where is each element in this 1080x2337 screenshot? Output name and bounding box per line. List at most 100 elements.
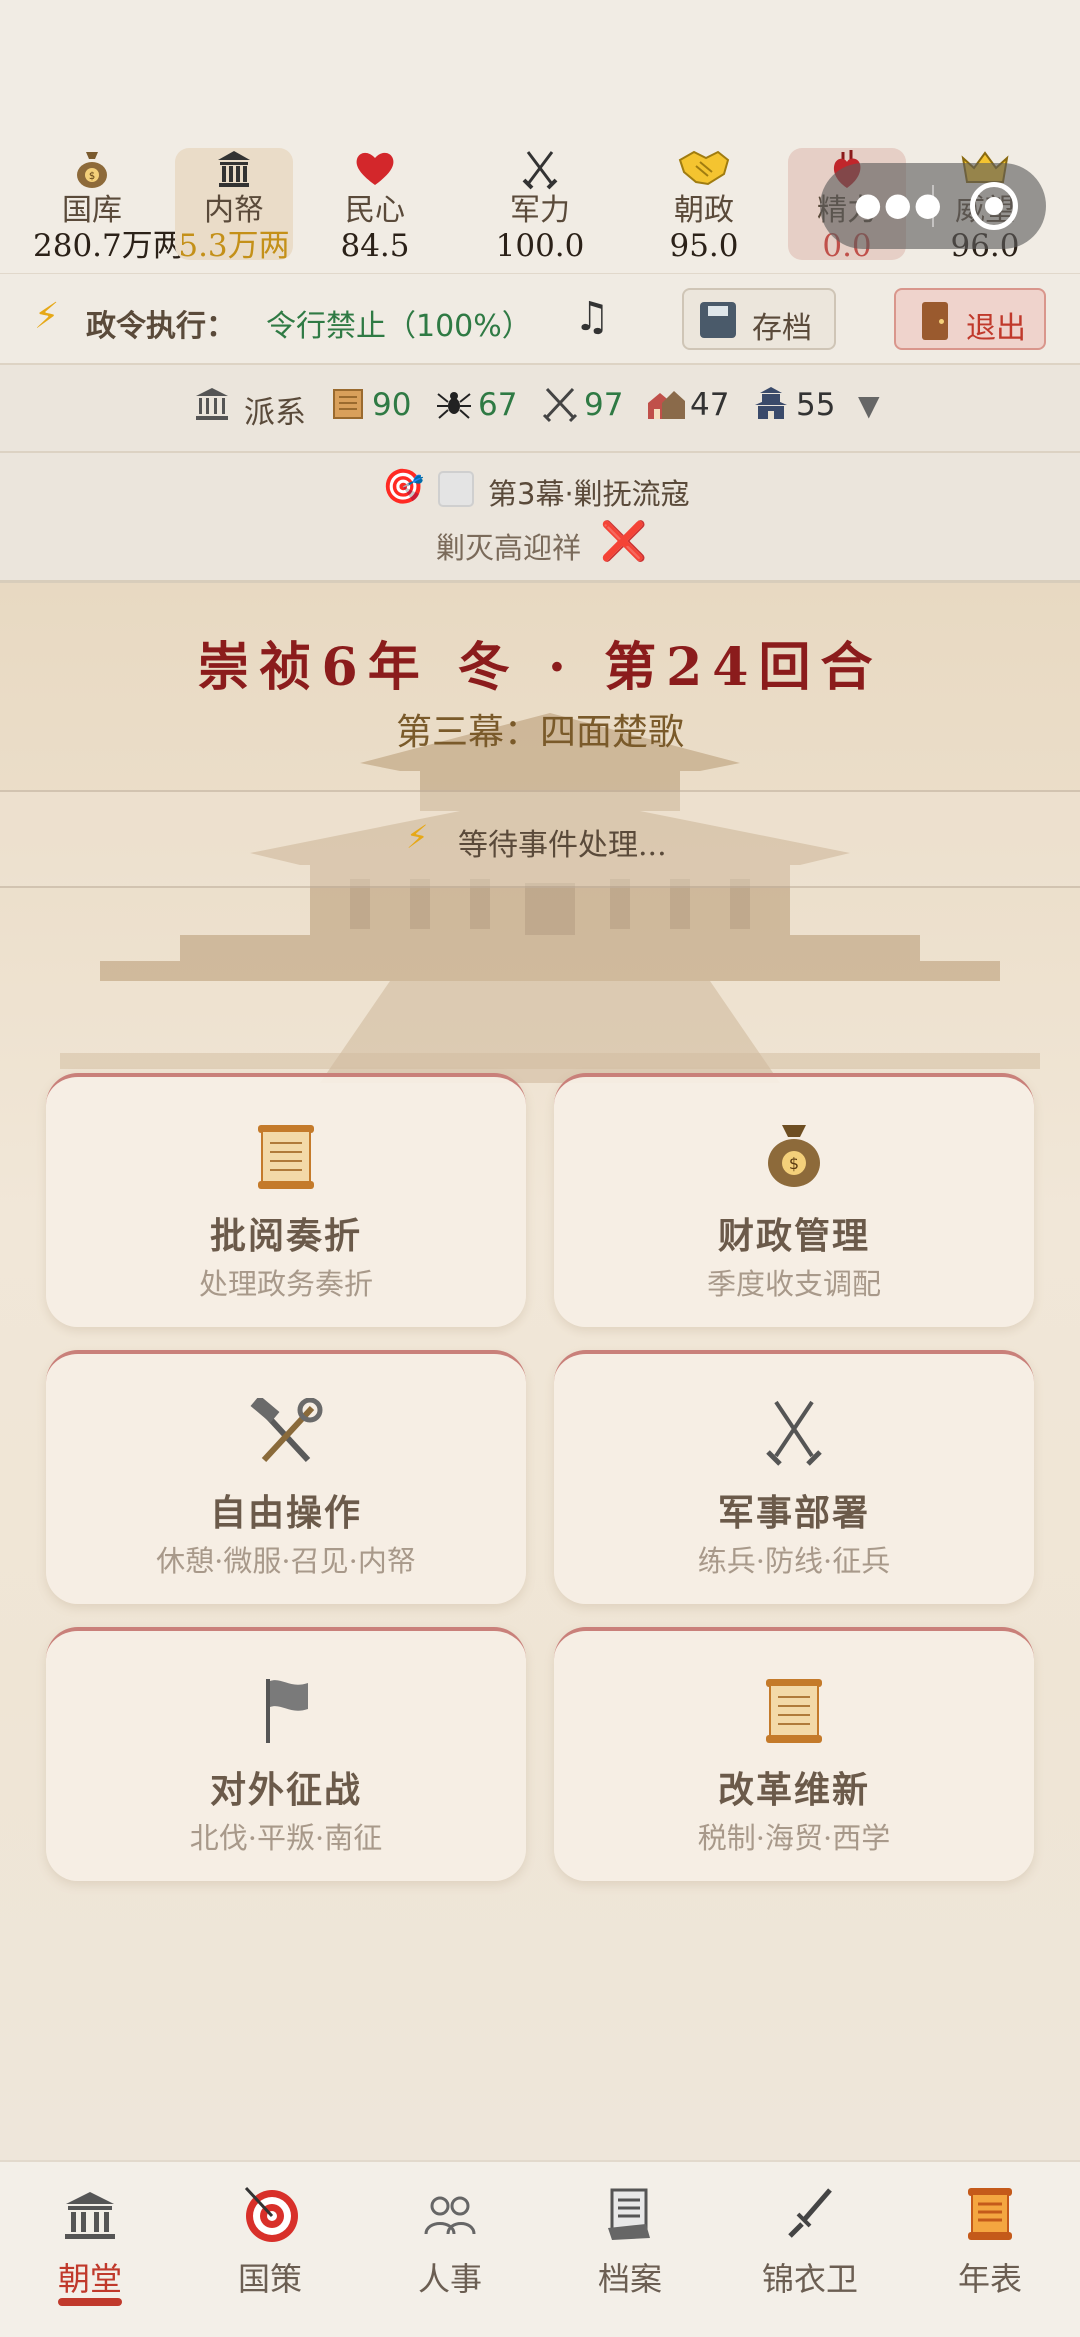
card-title: 改革维新 — [717, 1769, 870, 1811]
lightning-icon: ⚡ — [34, 296, 60, 337]
faction-value: 47 — [690, 387, 730, 423]
event-status-bar: ⚡ 等待事件处理... — [0, 790, 1080, 888]
miniprogram-capsule: ●●● — [820, 163, 1046, 249]
crossed-swords-icon — [481, 148, 599, 192]
cross-mark-icon: ❌ — [600, 519, 648, 563]
nav-label: 年表 — [957, 2260, 1022, 2298]
music-toggle-icon[interactable]: ♫ — [574, 294, 610, 340]
crossed-swords-icon — [766, 1400, 822, 1466]
castle-icon — [752, 385, 790, 432]
dagger-icon — [788, 2188, 832, 2238]
bottom-navigation: 朝堂 国策 人事 档案 锦衣卫 年表 — [0, 2160, 1080, 2337]
card-subtitle: 练兵·防线·征兵 — [697, 1544, 891, 1578]
stat-value: 100.0 — [495, 228, 585, 264]
nav-label: 人事 — [417, 2260, 482, 2298]
lightning-icon: ⚡ — [406, 818, 429, 856]
chevron-down-icon[interactable]: ▼ — [858, 389, 880, 422]
svg-text:$: $ — [789, 1154, 799, 1173]
card-subtitle: 北伐·平叛·南征 — [189, 1821, 383, 1855]
stat-value: 95.0 — [669, 228, 739, 264]
close-miniprogram-icon[interactable] — [970, 182, 1018, 230]
crossed-swords-icon — [541, 385, 579, 432]
card-title: 对外征战 — [209, 1769, 362, 1811]
faction-value: 67 — [478, 387, 518, 423]
money-bag-icon: $ — [33, 148, 151, 192]
door-icon — [922, 302, 948, 340]
hammer-wrench-icon — [250, 1398, 323, 1463]
spider-icon — [435, 385, 473, 432]
nav-label: 朝堂 — [57, 2260, 122, 2298]
quest-checkbox — [438, 471, 474, 507]
court-panel: 崇祯6年 冬 · 第24回合 第三幕：四面楚歌 ⚡ 等待事件处理... 批阅奏折… — [0, 583, 1080, 2160]
target-icon — [244, 2186, 298, 2242]
classical-building-icon — [193, 385, 231, 432]
card-military[interactable]: 军事部署 练兵·防线·征兵 — [554, 1350, 1034, 1604]
exit-label: 退出 — [966, 311, 1026, 346]
scroll-icon — [329, 385, 367, 432]
nav-policy[interactable]: 国策 — [180, 2162, 360, 2337]
nav-archives[interactable]: 档案 — [540, 2162, 720, 2337]
stat-label: 内帑 — [204, 193, 264, 228]
faction-value: 90 — [372, 387, 412, 423]
active-tab-indicator — [58, 2298, 122, 2306]
save-button[interactable]: 存档 — [682, 288, 836, 350]
scroll-icon — [766, 1679, 822, 1743]
card-subtitle: 处理政务奏折 — [198, 1267, 373, 1301]
card-foreign-war[interactable]: 对外征战 北伐·平叛·南征 — [46, 1627, 526, 1881]
heart-icon — [316, 148, 434, 192]
card-subtitle: 休憩·微服·召见·内帑 — [156, 1544, 416, 1578]
card-finance[interactable]: $ 财政管理 季度收支调配 — [554, 1073, 1034, 1327]
stat-label: 国库 — [62, 193, 122, 228]
card-title: 军事部署 — [717, 1492, 870, 1534]
card-subtitle: 税制·海贸·西学 — [697, 1821, 891, 1855]
act-subtitle: 第三幕：四面楚歌 — [395, 712, 684, 753]
handshake-icon — [645, 148, 763, 192]
card-title: 自由操作 — [209, 1492, 362, 1534]
faction-value: 55 — [796, 387, 836, 423]
stat-label: 军力 — [510, 193, 570, 228]
faction-label: 派系 — [244, 395, 306, 431]
more-options-icon[interactable]: ●●● — [854, 185, 944, 223]
exit-button[interactable]: 退出 — [894, 288, 1046, 350]
nav-personnel[interactable]: 人事 — [360, 2162, 540, 2337]
decree-status: 令行禁止（100%） — [266, 309, 532, 344]
stat-label: 朝政 — [674, 193, 734, 228]
faction-value: 97 — [584, 387, 624, 423]
scroll-icon — [258, 1125, 314, 1189]
documents-icon — [608, 2188, 650, 2240]
svg-text:$: $ — [89, 171, 95, 182]
event-status-text: 等待事件处理... — [458, 828, 667, 863]
nav-label: 国策 — [237, 2260, 302, 2298]
target-dart-icon: 🎯 — [382, 467, 425, 507]
stat-privy-purse[interactable]: 内帑 5.3万两 — [175, 148, 293, 264]
nav-court[interactable]: 朝堂 — [0, 2162, 180, 2337]
nav-label: 档案 — [597, 2260, 662, 2298]
treasury-building-icon — [175, 148, 293, 192]
flag-icon — [266, 1679, 308, 1743]
card-title: 批阅奏折 — [209, 1215, 362, 1257]
nav-embroidered-guard[interactable]: 锦衣卫 — [720, 2162, 900, 2337]
stat-military[interactable]: 军力 100.0 — [481, 148, 599, 264]
stat-treasury[interactable]: $ 国库 280.7万两 — [33, 148, 184, 264]
quest-title: 第3幕·剿抚流寇 — [488, 477, 690, 511]
decree-label: 政令执行： — [86, 309, 236, 344]
decree-bar: ⚡ 政令执行： 令行禁止（100%） ♫ 存档 退出 — [0, 273, 1080, 365]
stat-value: 280.7万两 — [33, 228, 184, 264]
nav-label: 锦衣卫 — [761, 2260, 858, 2298]
card-memorials[interactable]: 批阅奏折 处理政务奏折 — [46, 1073, 526, 1327]
floppy-disk-icon — [700, 302, 736, 338]
money-bag-icon: $ — [768, 1125, 820, 1187]
nav-chronicle[interactable]: 年表 — [900, 2162, 1080, 2337]
faction-bar[interactable]: 派系 90 67 97 47 55 ▼ — [0, 365, 1080, 453]
card-free-action[interactable]: 自由操作 休憩·微服·召见·内帑 — [46, 1350, 526, 1604]
quest-panel: 🎯 第3幕·剿抚流寇 剿灭高迎祥 ❌ — [0, 453, 1080, 583]
houses-icon — [646, 385, 686, 432]
card-subtitle: 季度收支调配 — [706, 1267, 881, 1301]
classical-building-icon — [65, 2192, 115, 2239]
stat-court[interactable]: 朝政 95.0 — [645, 148, 763, 264]
stat-label: 民心 — [345, 193, 405, 228]
stat-value: 5.3万两 — [178, 228, 290, 264]
card-reform[interactable]: 改革维新 税制·海贸·西学 — [554, 1627, 1034, 1881]
stat-value: 84.5 — [340, 228, 410, 264]
stat-popular-support[interactable]: 民心 84.5 — [316, 148, 434, 264]
